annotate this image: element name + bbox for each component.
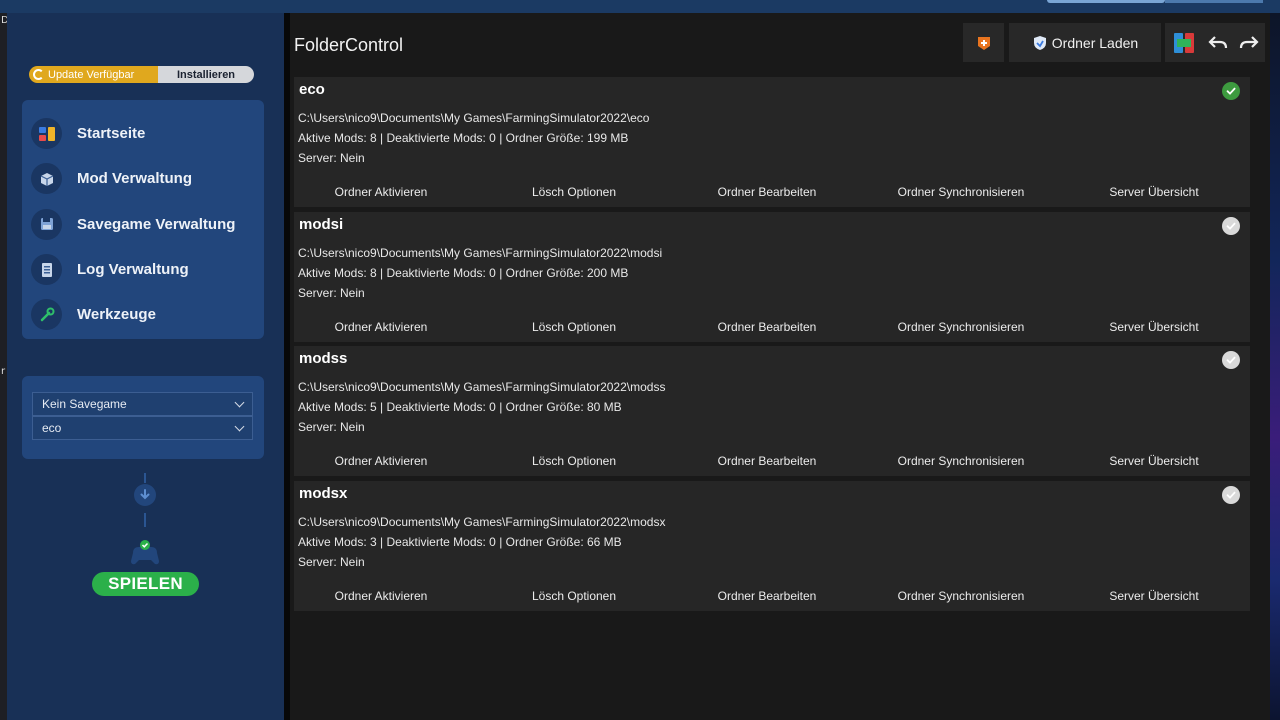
undo-icon[interactable] (1208, 33, 1228, 53)
status-check-icon[interactable] (1222, 486, 1240, 504)
folder-stats: Aktive Mods: 8 | Deaktivierte Mods: 0 | … (298, 131, 629, 145)
download-icon (134, 484, 156, 506)
status-check-icon[interactable] (1222, 351, 1240, 369)
nav-item-mod-verwaltung[interactable]: Mod Verwaltung (22, 156, 264, 201)
nav-label: Log Verwaltung (77, 261, 189, 279)
edit-folder-button[interactable]: Ordner Bearbeiten (718, 589, 817, 603)
shield-icon (1033, 35, 1046, 50)
folder-server: Server: Nein (298, 420, 365, 434)
activate-folder-button[interactable]: Ordner Aktivieren (335, 589, 428, 603)
nav-item-savegame-verwaltung[interactable]: Savegame Verwaltung (22, 202, 264, 247)
folder-actions: Ordner Aktivieren Lösch Optionen Ordner Be… (294, 320, 1250, 338)
update-banner: Update Verfügbar Installieren (29, 66, 254, 83)
folder-card: modss C:\Users\nico9\Documents\My Games\… (294, 346, 1250, 476)
tools-icon (31, 299, 62, 331)
activate-folder-button[interactable]: Ordner Aktivieren (335, 320, 428, 334)
folder-stats: Aktive Mods: 3 | Deaktivierte Mods: 0 | … (298, 535, 622, 549)
folder-actions: Ordner Aktivieren Lösch Optionen Ordner Be… (294, 454, 1250, 472)
delete-options-button[interactable]: Lösch Optionen (532, 185, 616, 199)
save-icon (31, 208, 62, 240)
desktop-taskbar-strip (0, 0, 1280, 13)
add-folder-icon (977, 36, 990, 50)
update-label: Update Verfügbar (48, 68, 135, 81)
desktop-left-edge: D r (0, 13, 9, 720)
play-button[interactable]: SPIELEN (92, 572, 199, 596)
savegame-select[interactable]: Kein Savegame (32, 392, 253, 416)
folder-server: Server: Nein (298, 286, 365, 300)
load-folder-button[interactable]: Ordner Laden (1009, 23, 1161, 62)
folder-select[interactable]: eco (32, 416, 253, 440)
status-check-icon[interactable] (1222, 217, 1240, 235)
server-overview-button[interactable]: Server Übersicht (1109, 454, 1198, 468)
log-icon (31, 254, 62, 286)
folder-path: C:\Users\nico9\Documents\My Games\Farmin… (298, 246, 663, 260)
edit-folder-button[interactable]: Ordner Bearbeiten (718, 185, 817, 199)
install-button[interactable]: Installieren (158, 66, 254, 83)
sync-folder-button[interactable]: Ordner Synchronisieren (898, 454, 1025, 468)
window-tab-hint (1165, 0, 1263, 3)
folder-actions: Ordner Aktivieren Lösch Optionen Ordner Be… (294, 185, 1250, 203)
redo-icon[interactable] (1239, 33, 1259, 53)
savegame-select-value: Kein Savegame (42, 397, 127, 411)
nav-item-log-verwaltung[interactable]: Log Verwaltung (22, 247, 264, 292)
folder-card: modsi C:\Users\nico9\Documents\My Games\… (294, 212, 1250, 342)
server-overview-button[interactable]: Server Übersicht (1109, 320, 1198, 334)
folder-name: eco (299, 81, 325, 98)
delete-options-button[interactable]: Lösch Optionen (532, 320, 616, 334)
folder-card: modsx C:\Users\nico9\Documents\My Games\… (294, 481, 1250, 611)
server-overview-button[interactable]: Server Übersicht (1109, 589, 1198, 603)
add-folder-button[interactable] (963, 23, 1004, 62)
folder-actions: Ordner Aktivieren Lösch Optionen Ordner Be… (294, 589, 1250, 607)
folder-stats: Aktive Mods: 5 | Deaktivierte Mods: 0 | … (298, 400, 622, 414)
page-title: FolderControl (294, 35, 404, 55)
refresh-icon (33, 69, 44, 80)
chevron-down-icon (234, 397, 245, 408)
nav-label: Startseite (77, 125, 146, 143)
folder-name: modsx (299, 485, 348, 502)
nav-item-werkzeuge[interactable]: Werkzeuge (22, 292, 264, 337)
gamepad-icon (127, 539, 163, 567)
sync-folder-button[interactable]: Ordner Synchronisieren (898, 320, 1025, 334)
nav-panel: Startseite Mod Verwaltung Savegame Verwa… (22, 100, 264, 339)
update-available[interactable]: Update Verfügbar (29, 66, 158, 83)
folder-path: C:\Users\nico9\Documents\My Games\Farmin… (298, 380, 666, 394)
box-icon (31, 163, 62, 195)
sync-folder-button[interactable]: Ordner Synchronisieren (898, 589, 1025, 603)
toolbar-group (1165, 23, 1265, 62)
chevron-down-icon (234, 421, 245, 432)
nav-label: Savegame Verwaltung (77, 215, 236, 233)
folder-server: Server: Nein (298, 555, 365, 569)
nav-label: Werkzeuge (77, 306, 156, 324)
dashboard-icon (31, 118, 62, 150)
folder-select-value: eco (42, 421, 62, 435)
edit-folder-button[interactable]: Ordner Bearbeiten (718, 454, 817, 468)
selection-panel: Kein Savegame eco (22, 376, 264, 459)
nav-label: Mod Verwaltung (77, 170, 193, 188)
folder-path: C:\Users\nico9\Documents\My Games\Farmin… (298, 515, 666, 529)
sync-icon[interactable] (1171, 30, 1197, 56)
status-check-icon[interactable] (1222, 82, 1240, 100)
activate-folder-button[interactable]: Ordner Aktivieren (335, 454, 428, 468)
folder-path: C:\Users\nico9\Documents\My Games\Farmin… (298, 111, 650, 125)
edge-glyph: r (1, 366, 6, 377)
folder-stats: Aktive Mods: 8 | Deaktivierte Mods: 0 | … (298, 266, 629, 280)
nav-item-startseite[interactable]: Startseite (22, 111, 264, 156)
window-tab-hint (1047, 0, 1165, 3)
folder-card: eco C:\Users\nico9\Documents\My Games\Fa… (294, 77, 1250, 207)
activate-folder-button[interactable]: Ordner Aktivieren (335, 185, 428, 199)
edit-folder-button[interactable]: Ordner Bearbeiten (718, 320, 817, 334)
server-overview-button[interactable]: Server Übersicht (1109, 185, 1198, 199)
load-folder-label: Ordner Laden (1051, 34, 1139, 51)
desktop-wallpaper-edge (1270, 13, 1280, 720)
delete-options-button[interactable]: Lösch Optionen (532, 454, 616, 468)
main-content: FolderControl Ordner Laden eco C:\Users\… (290, 13, 1270, 720)
sync-folder-button[interactable]: Ordner Synchronisieren (898, 185, 1025, 199)
flow-connector (144, 473, 146, 483)
folder-server: Server: Nein (298, 151, 365, 165)
folder-name: modsi (299, 216, 344, 233)
folder-name: modss (299, 350, 348, 367)
delete-options-button[interactable]: Lösch Optionen (532, 589, 616, 603)
flow-connector (144, 513, 146, 527)
